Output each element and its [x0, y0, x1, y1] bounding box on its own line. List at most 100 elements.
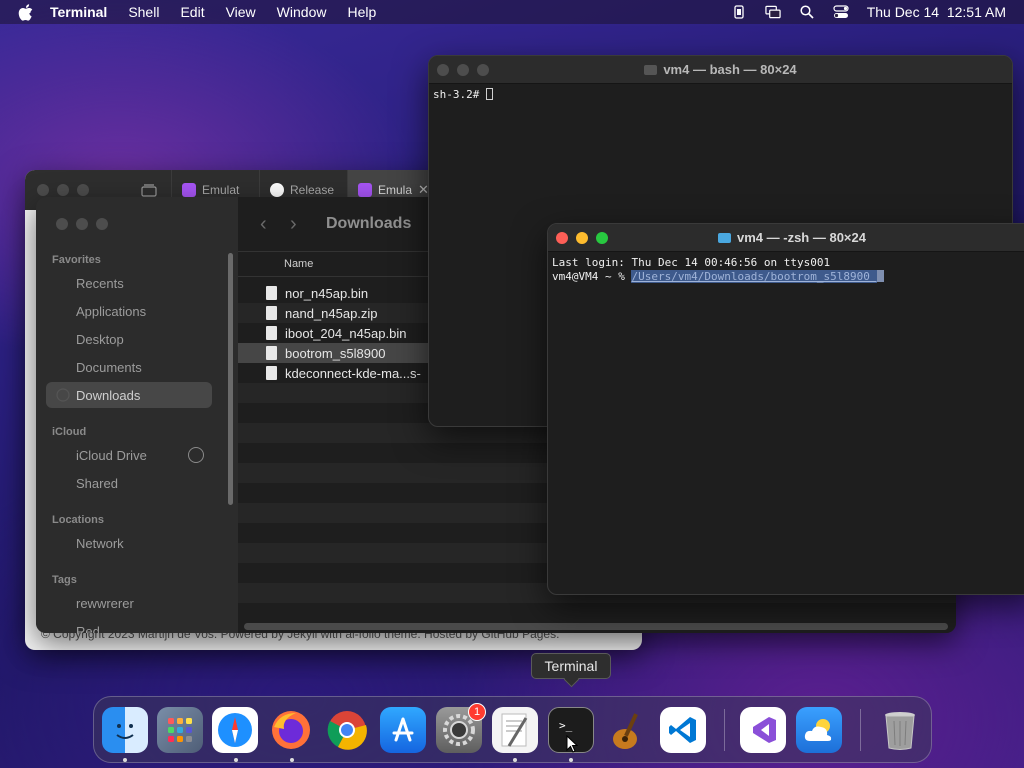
textedit-icon[interactable] [492, 707, 538, 753]
sidebar-item-label: rewwrerer [76, 595, 134, 611]
terminal-window-zsh: vm4 — -zsh — 80×24 Last login: Thu Dec 1… [547, 223, 1024, 595]
garageband-icon[interactable] [604, 707, 650, 753]
tab-label: Emula [378, 183, 413, 197]
sidebar-item-tag-red[interactable]: Red [46, 618, 212, 634]
file-icon [266, 306, 277, 320]
file-name: nand_n45ap.zip [285, 305, 378, 321]
section-locations: Locations [52, 514, 104, 526]
zoom-button[interactable] [77, 184, 89, 196]
sidebar-item-desktop[interactable]: Desktop [46, 326, 212, 352]
svg-text:>_: >_ [559, 719, 573, 732]
emulator-favicon-icon [358, 183, 372, 197]
sidebar-item-label: Shared [76, 475, 118, 491]
file-name: iboot_204_n45ap.bin [285, 325, 407, 341]
menu-bar: Terminal Shell Edit View Window Help Thu… [0, 0, 1024, 24]
finder-icon[interactable] [102, 707, 148, 753]
file-icon [266, 326, 277, 340]
zoom-button[interactable] [96, 218, 108, 230]
visual-studio-icon[interactable] [740, 707, 786, 753]
chrome-icon[interactable] [324, 707, 370, 753]
apple-icon[interactable] [18, 3, 36, 21]
sidebar-item-label: Documents [76, 359, 142, 375]
sidebar-item-label: iCloud Drive [76, 447, 147, 463]
vscode-icon[interactable] [660, 707, 706, 753]
close-button[interactable] [37, 184, 49, 196]
terminal-title-text: vm4 — bash — 80×24 [663, 62, 797, 77]
file-name: bootrom_s5l8900 [285, 345, 386, 361]
close-button[interactable] [56, 218, 68, 230]
tab-label: Release [290, 183, 335, 197]
minimize-button[interactable] [57, 184, 69, 196]
minimize-button[interactable] [76, 218, 88, 230]
terminal-titlebar: vm4 — bash — 80×24 [429, 56, 1012, 84]
sidebar-item-documents[interactable]: Documents [46, 354, 212, 380]
sidebar-item-tag-rewwrerer[interactable]: rewwrerer [46, 590, 212, 616]
firefox-icon[interactable] [268, 707, 314, 753]
terminal-output[interactable]: sh-3.2# [429, 84, 1012, 106]
dock: 1 >_ [93, 696, 932, 763]
tab-label: Emulat [202, 183, 240, 197]
menu-shell[interactable]: Shell [128, 4, 159, 20]
terminal-output[interactable]: Last login: Thu Dec 14 00:46:56 on ttys0… [548, 252, 1024, 288]
screen-mirroring-icon[interactable] [765, 5, 781, 19]
spotlight-icon[interactable] [799, 5, 815, 19]
terminal-titlebar: vm4 — -zsh — 80×24 [548, 224, 1024, 252]
dropped-file-path: /Users/vm4/Downloads/bootrom_s5l8900 [631, 270, 877, 283]
file-icon [266, 346, 277, 360]
battery-icon[interactable] [731, 5, 747, 19]
sidebar-item-network[interactable]: Network [46, 530, 212, 556]
control-center-icon[interactable] [833, 5, 849, 19]
folder-icon [718, 233, 731, 243]
mouse-pointer-icon [566, 734, 579, 756]
sidebar-item-recents[interactable]: Recents [46, 270, 212, 296]
text-cursor [876, 270, 884, 282]
menu-window[interactable]: Window [277, 4, 327, 20]
section-tags: Tags [52, 574, 77, 586]
sidebar-item-label: Applications [76, 303, 147, 319]
menubar-clock[interactable]: Thu Dec 14 12:51 AM [867, 4, 1006, 20]
sidebar-scrollbar[interactable] [228, 253, 233, 505]
text-cursor [485, 88, 493, 100]
location-title: Downloads [326, 215, 412, 232]
horizontal-scrollbar[interactable] [244, 623, 948, 630]
system-settings-icon[interactable]: 1 [436, 703, 486, 753]
sidebar-item-downloads[interactable]: Downloads [46, 382, 212, 408]
sidebar-item-label: Red [76, 623, 100, 634]
app-store-icon[interactable] [380, 707, 426, 753]
running-indicator [513, 758, 517, 762]
back-chevron-icon[interactable]: ‹ [260, 213, 270, 236]
forward-chevron-icon[interactable]: › [290, 213, 300, 236]
running-indicator [123, 758, 127, 762]
last-login-line: Last login: Thu Dec 14 00:46:56 on ttys0… [552, 256, 831, 269]
menu-view[interactable]: View [226, 4, 256, 20]
section-icloud: iCloud [52, 426, 87, 438]
sidebar-item-label: Network [76, 535, 124, 551]
launchpad-icon[interactable] [157, 707, 203, 753]
dock-separator [724, 709, 725, 751]
running-indicator [569, 758, 573, 762]
file-icon [266, 286, 277, 300]
menu-app-name[interactable]: Terminal [50, 4, 107, 20]
dock-separator [860, 709, 861, 751]
github-icon [270, 183, 284, 197]
emulator-favicon-icon [182, 183, 196, 197]
finder-window-controls [56, 218, 108, 230]
file-icon [266, 366, 277, 380]
file-name: nor_n45ap.bin [285, 285, 369, 301]
downloads-folder-icon [56, 388, 70, 402]
folder-icon [644, 65, 658, 75]
sidebar-item-shared[interactable]: Shared [46, 470, 212, 496]
terminal-title-text: vm4 — -zsh — 80×24 [737, 230, 866, 245]
safari-window-controls [37, 184, 89, 196]
running-indicator [290, 758, 294, 762]
trash-icon[interactable] [877, 707, 923, 753]
tab-overview-icon[interactable] [141, 183, 157, 197]
safari-icon[interactable] [212, 707, 258, 753]
menu-edit[interactable]: Edit [180, 4, 204, 20]
notification-badge: 1 [468, 703, 486, 721]
menu-help[interactable]: Help [347, 4, 376, 20]
sidebar-item-applications[interactable]: Applications [46, 298, 212, 324]
sidebar-item-label: Recents [76, 275, 124, 291]
weather-icon[interactable] [796, 707, 842, 753]
terminal-title: vm4 — bash — 80×24 [429, 62, 1012, 77]
